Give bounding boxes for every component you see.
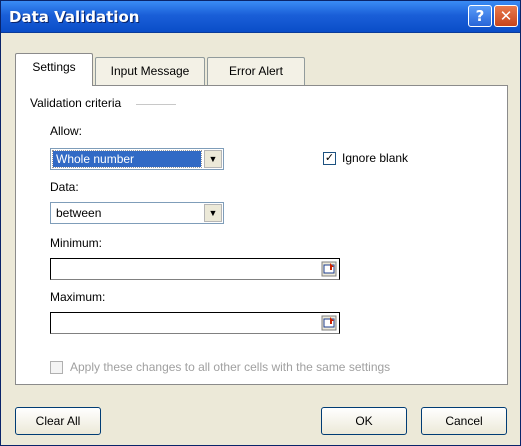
chevron-down-icon[interactable]: ▼ [204, 150, 222, 168]
close-button[interactable]: ✕ [494, 5, 518, 27]
allow-dropdown[interactable]: Whole number ▼ [50, 148, 224, 170]
allow-label: Allow: [50, 124, 83, 138]
close-icon: ✕ [499, 7, 513, 25]
minimum-field[interactable] [50, 258, 340, 280]
group-divider [136, 104, 176, 105]
clear-all-button[interactable]: Clear All [15, 407, 101, 435]
apply-all-checkbox[interactable] [50, 361, 63, 374]
tab-settings-label: Settings [32, 60, 76, 74]
maximum-field[interactable] [50, 312, 340, 334]
minimum-input[interactable] [51, 259, 317, 279]
range-select-icon[interactable] [321, 261, 337, 277]
tab-settings[interactable]: Settings [15, 53, 93, 86]
maximum-label: Maximum: [50, 290, 106, 304]
maximum-input[interactable] [51, 313, 317, 333]
apply-all-label: Apply these changes to all other cells w… [70, 360, 391, 374]
tab-error-alert-label: Error Alert [228, 64, 283, 78]
tab-input-message[interactable]: Input Message [95, 57, 205, 85]
data-dropdown[interactable]: between ▼ [50, 202, 224, 224]
dialog-title: Data Validation [9, 8, 140, 26]
settings-panel: Validation criteria Allow: Whole number … [15, 85, 508, 385]
allow-selected-value: Whole number [52, 150, 202, 168]
title-bar[interactable]: Data Validation ? ✕ [1, 1, 520, 33]
ok-button[interactable]: OK [321, 407, 407, 435]
tab-input-message-label: Input Message [110, 64, 190, 78]
data-validation-dialog: Data Validation ? ✕ Settings Input Messa… [0, 0, 521, 446]
tab-error-alert[interactable]: Error Alert [207, 57, 305, 85]
ignore-blank-checkbox[interactable]: ✓ [323, 152, 336, 165]
minimum-label: Minimum: [50, 236, 103, 250]
cancel-button[interactable]: Cancel [421, 407, 507, 435]
chevron-down-icon[interactable]: ▼ [204, 204, 222, 222]
help-icon: ? [475, 7, 485, 25]
ignore-blank-label: Ignore blank [342, 151, 409, 165]
data-label: Data: [50, 180, 79, 194]
validation-criteria-heading: Validation criteria [30, 96, 126, 110]
data-selected-value: between [56, 206, 102, 220]
range-select-icon[interactable] [321, 315, 337, 331]
help-button[interactable]: ? [468, 5, 492, 27]
checkmark-icon: ✓ [324, 152, 335, 164]
